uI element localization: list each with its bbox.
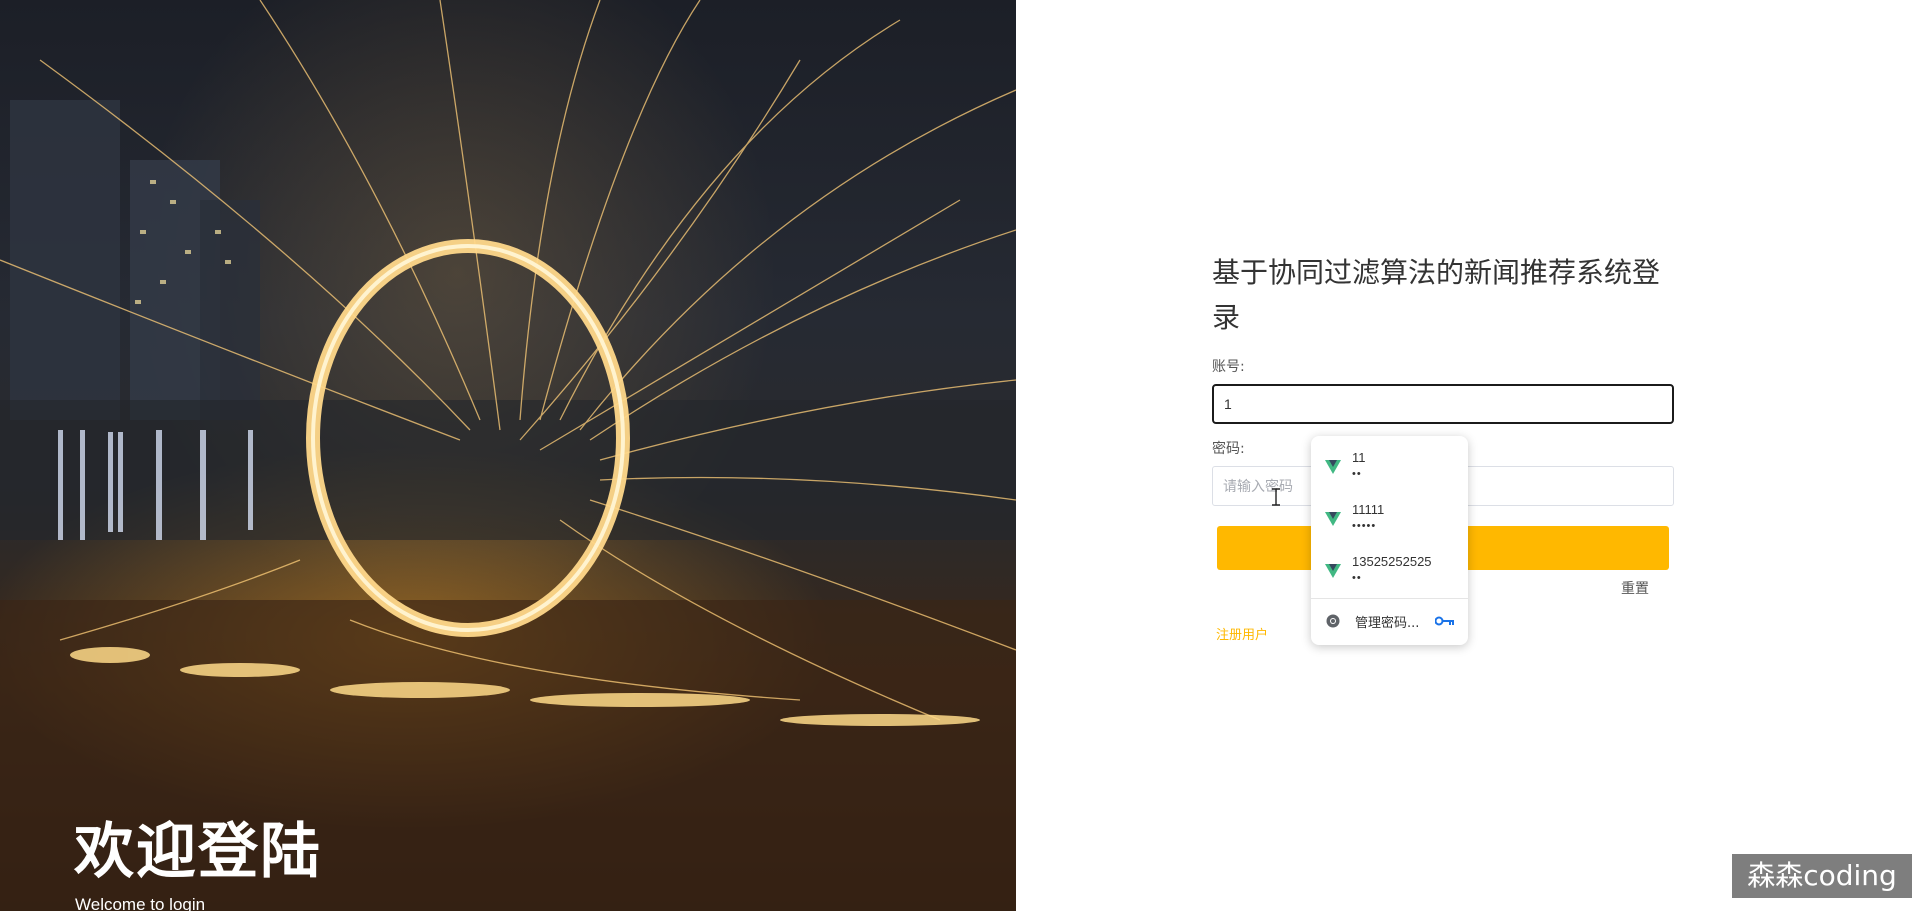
steel-wool-photo [0,0,1016,911]
login-page: 欢迎登陆 Welcome to login 基于协同过滤算法的新闻推荐系统登录 … [0,0,1920,911]
autofill-username: 13525252525 [1352,554,1432,569]
autofill-item[interactable]: 13525252525 •• [1311,544,1468,596]
manage-passwords-label: 管理密码... [1355,616,1420,631]
account-label: 账号: [1212,359,1245,375]
autofill-password: •• [1352,468,1362,480]
autofill-password: ••••• [1352,520,1377,532]
hero-image-panel: 欢迎登陆 Welcome to login [0,0,1016,911]
chrome-icon [1326,614,1340,628]
vue-logo-icon [1325,512,1341,526]
welcome-subtitle: Welcome to login [75,895,206,911]
autofill-username: 11111 [1352,502,1385,517]
account-input[interactable] [1212,384,1674,424]
text-cursor-icon [1272,488,1280,506]
password-autofill-dropdown: 11 •• 11111 ••••• 13525252525 •• 管理密码... [1311,436,1468,645]
autofill-item[interactable]: 11111 ••••• [1311,492,1468,544]
key-icon [1435,616,1454,626]
welcome-title: 欢迎登陆 [74,817,322,887]
vue-logo-icon [1325,564,1341,578]
autofill-item[interactable]: 11 •• [1311,440,1468,492]
register-link[interactable]: 注册用户 [1216,624,1268,643]
watermark: 森森coding [1732,854,1912,898]
vue-logo-icon [1325,460,1341,474]
form-title: 基于协同过滤算法的新闻推荐系统登录 [1212,256,1661,334]
manage-passwords-item[interactable]: 管理密码... [1311,599,1468,643]
reset-button[interactable]: 重置 [1621,578,1649,598]
autofill-password: •• [1352,572,1362,584]
autofill-username: 11 [1352,450,1366,465]
